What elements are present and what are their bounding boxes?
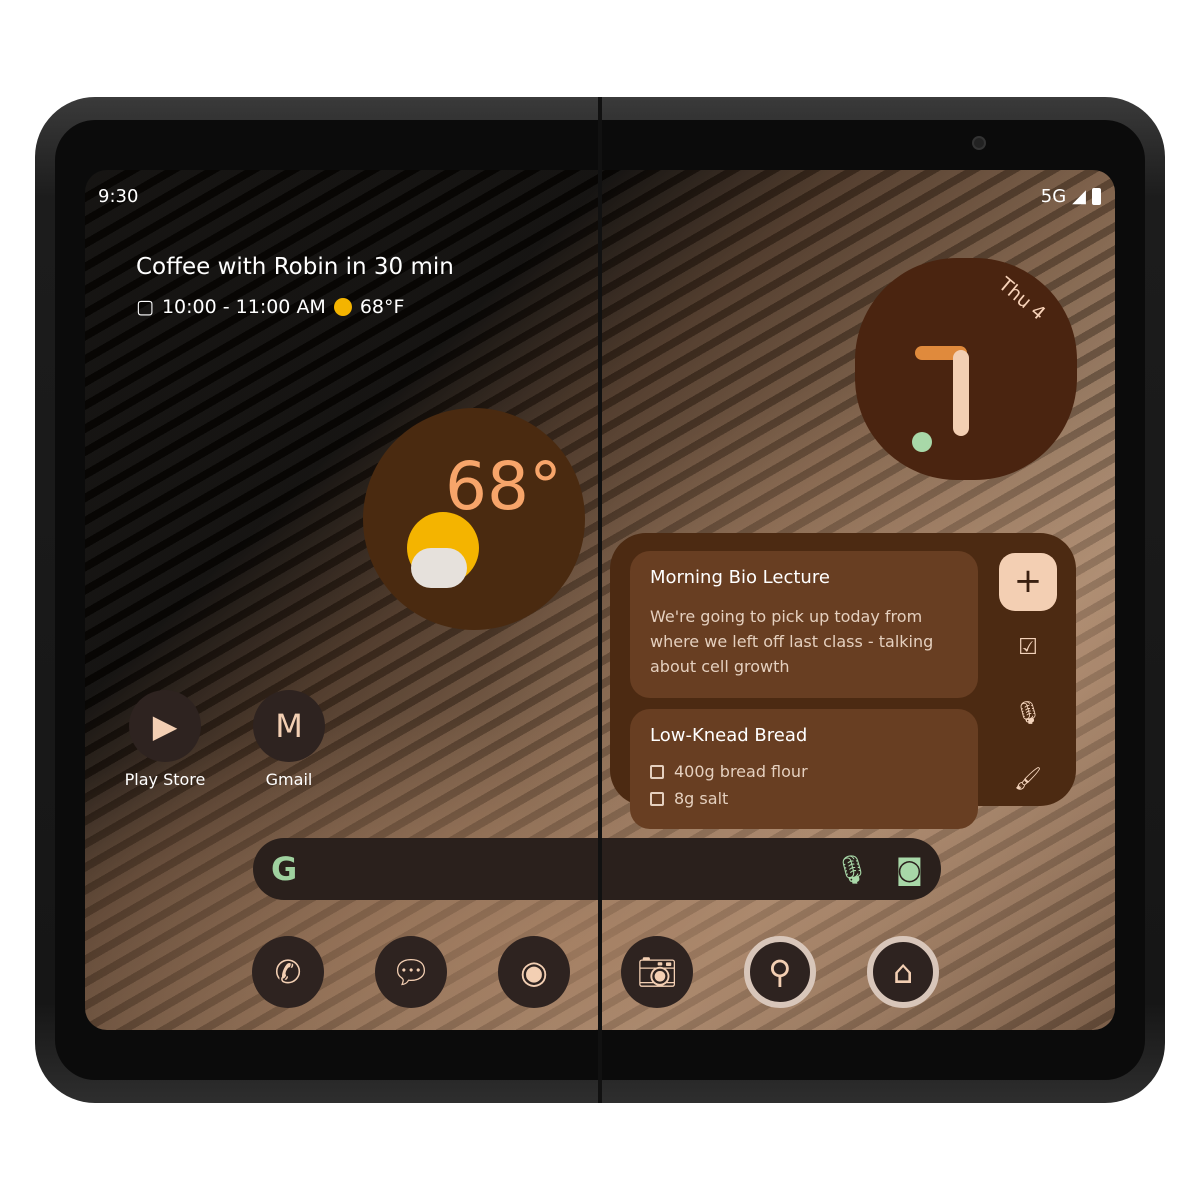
note-title: Low-Knead Bread xyxy=(650,725,808,746)
weather-temp: 68° xyxy=(445,448,562,525)
phone-icon[interactable]: ✆ xyxy=(252,936,324,1008)
app-label: Gmail xyxy=(265,770,313,789)
app-play-store[interactable]: ▶ Play Store xyxy=(110,690,220,789)
google-search-bar[interactable]: G 🎙︎ ◙ xyxy=(253,838,941,900)
google-logo: G xyxy=(271,850,298,888)
cloud-icon xyxy=(411,548,467,588)
checklist-text: 400g bread flour xyxy=(674,762,808,781)
status-time: 9:30 xyxy=(98,186,139,207)
app-label: Play Store xyxy=(124,770,206,789)
voice-search-icon[interactable]: 🎙︎ xyxy=(834,853,870,886)
gmail-icon: M xyxy=(253,690,325,762)
new-list-icon[interactable]: ☑ xyxy=(999,635,1057,660)
calendar-icon: ▢ xyxy=(136,296,154,318)
new-note-button[interactable]: + xyxy=(999,553,1057,611)
battery-icon xyxy=(1092,188,1101,205)
microphone-icon[interactable]: 🎙︎ xyxy=(999,701,1057,726)
checklist-item[interactable]: 400g bread flour xyxy=(650,762,958,781)
status-icons: 5G ◢ xyxy=(1041,186,1101,207)
signal-icon: ◢ xyxy=(1072,186,1086,207)
clock-date: Thu 4 xyxy=(994,273,1050,325)
app-gmail[interactable]: M Gmail xyxy=(234,690,344,789)
keep-notes-widget: Morning Bio Lecture We're going to pick … xyxy=(610,533,1076,829)
messages-icon[interactable]: 💬︎ xyxy=(375,936,447,1008)
brush-icon[interactable]: 🖌︎ xyxy=(999,767,1057,792)
note-body: We're going to pick up today from where … xyxy=(650,607,934,676)
glance-temp: 68°F xyxy=(359,296,405,318)
note-card[interactable]: Morning Bio Lecture We're going to pick … xyxy=(630,551,978,698)
camera-icon[interactable]: 📷︎ xyxy=(621,936,693,1008)
at-a-glance-details[interactable]: ▢ 10:00 - 11:00 AM 68°F xyxy=(136,296,404,318)
event-time: 10:00 - 11:00 AM xyxy=(161,296,326,318)
play-store-icon: ▶ xyxy=(129,690,201,762)
weather-sun-icon xyxy=(333,298,352,316)
weather-widget[interactable]: 68° xyxy=(363,408,585,630)
home-icon[interactable]: ⌂ xyxy=(867,936,939,1008)
maps-icon[interactable]: ⚲ xyxy=(744,936,816,1008)
at-a-glance-event[interactable]: Coffee with Robin in 30 min xyxy=(136,254,454,280)
dock: ✆ 💬︎ ◉ 📷︎ ⚲ ⌂ xyxy=(252,936,939,1008)
checkbox-icon[interactable] xyxy=(650,764,664,779)
second-dot xyxy=(912,432,932,452)
front-camera xyxy=(972,136,986,150)
network-label: 5G xyxy=(1040,186,1067,207)
chrome-icon[interactable]: ◉ xyxy=(498,936,570,1008)
checkbox-icon[interactable] xyxy=(650,791,664,806)
note-title: Morning Bio Lecture xyxy=(650,567,830,588)
clock-widget[interactable]: Thu 4 xyxy=(855,258,1077,480)
minute-hand xyxy=(953,350,969,436)
lens-icon[interactable]: ◙ xyxy=(896,853,923,886)
fold-hinge xyxy=(598,97,602,1103)
